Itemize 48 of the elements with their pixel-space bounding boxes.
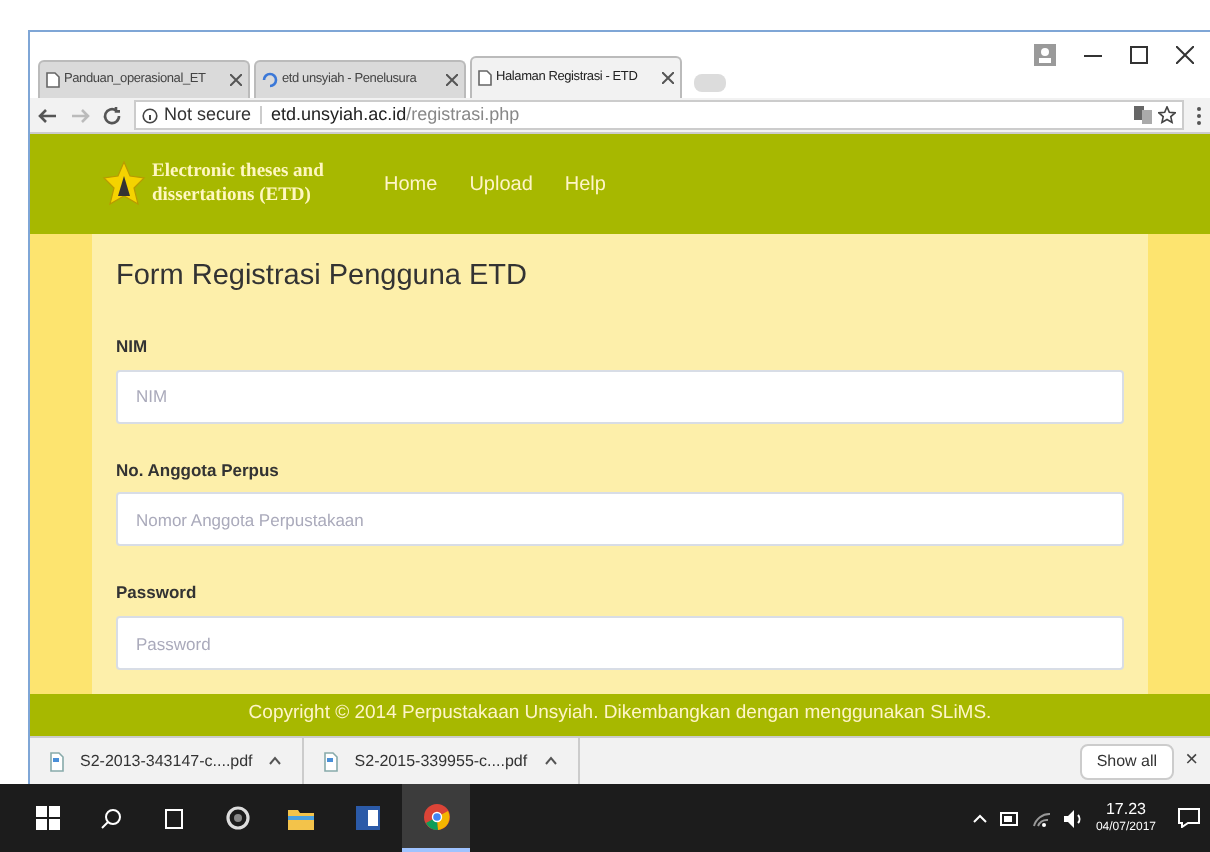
volume-icon[interactable]	[1063, 809, 1084, 827]
caret-icon[interactable]	[268, 756, 283, 766]
windows-start-icon[interactable]	[36, 806, 60, 830]
battery-icon[interactable]	[999, 811, 1020, 825]
file-icon	[324, 751, 339, 771]
field-label: Password	[116, 580, 199, 606]
text-input-field[interactable]: NIM	[116, 369, 1124, 423]
file-icon	[50, 751, 64, 771]
document-app-icon	[356, 806, 380, 830]
tab-close-icon[interactable]	[230, 74, 242, 86]
info-icon	[142, 107, 158, 123]
browser-app-icon	[423, 803, 449, 829]
page-icon	[46, 72, 60, 88]
close-downloads-button[interactable]: ×	[1173, 744, 1210, 778]
tray-chevron-icon[interactable]	[971, 812, 988, 824]
tab-close-icon[interactable]	[662, 72, 674, 84]
tab-close-icon[interactable]	[446, 74, 458, 86]
clock-time[interactable]: 17.23	[1105, 802, 1146, 818]
page-icon	[478, 70, 492, 86]
menu-icon[interactable]	[1196, 105, 1202, 125]
star-icon[interactable]	[1158, 106, 1176, 124]
taskbar-app[interactable]	[402, 784, 470, 852]
back-icon[interactable]	[38, 105, 58, 125]
close-icon[interactable]	[1176, 45, 1194, 63]
field-label: No. Anggota Perpus	[116, 457, 281, 483]
text-input-field[interactable]: Password	[116, 616, 1124, 670]
maximize-icon[interactable]	[1130, 45, 1148, 63]
task-view-icon[interactable]	[162, 807, 186, 829]
footer-text: Copyright © 2014 Perpustakaan Unsyiah. Dikembangkan dengan menggunakan SLiMS.	[30, 694, 1210, 736]
translate-icon[interactable]	[1134, 106, 1152, 124]
form-title: Form Registrasi Pengguna ETD	[116, 258, 529, 296]
text-input-field[interactable]: Nomor Anggota Perpustakaan	[116, 492, 1124, 547]
search-icon[interactable]	[100, 807, 122, 829]
circle-app-icon[interactable]	[226, 806, 250, 830]
security-label: Not secure	[164, 106, 262, 124]
logo-icon	[102, 160, 146, 208]
caret-icon[interactable]	[543, 756, 558, 766]
show-all-button[interactable]: Show all	[1080, 743, 1174, 779]
url-host: etd.unsyiah.ac.id	[271, 104, 407, 124]
reload-icon[interactable]	[102, 105, 122, 125]
wifi-icon[interactable]	[1031, 809, 1052, 827]
address-bar[interactable]: Not secure etd.unsyiah.ac.id/registrasi.php	[134, 100, 1184, 130]
url-path: /registrasi.php	[406, 104, 520, 124]
loading-spinner-icon	[262, 72, 278, 88]
folder-icon	[287, 807, 313, 829]
user-icon[interactable]	[1034, 43, 1056, 65]
field-label: NIM	[116, 333, 150, 359]
notification-icon[interactable]	[1178, 808, 1200, 828]
